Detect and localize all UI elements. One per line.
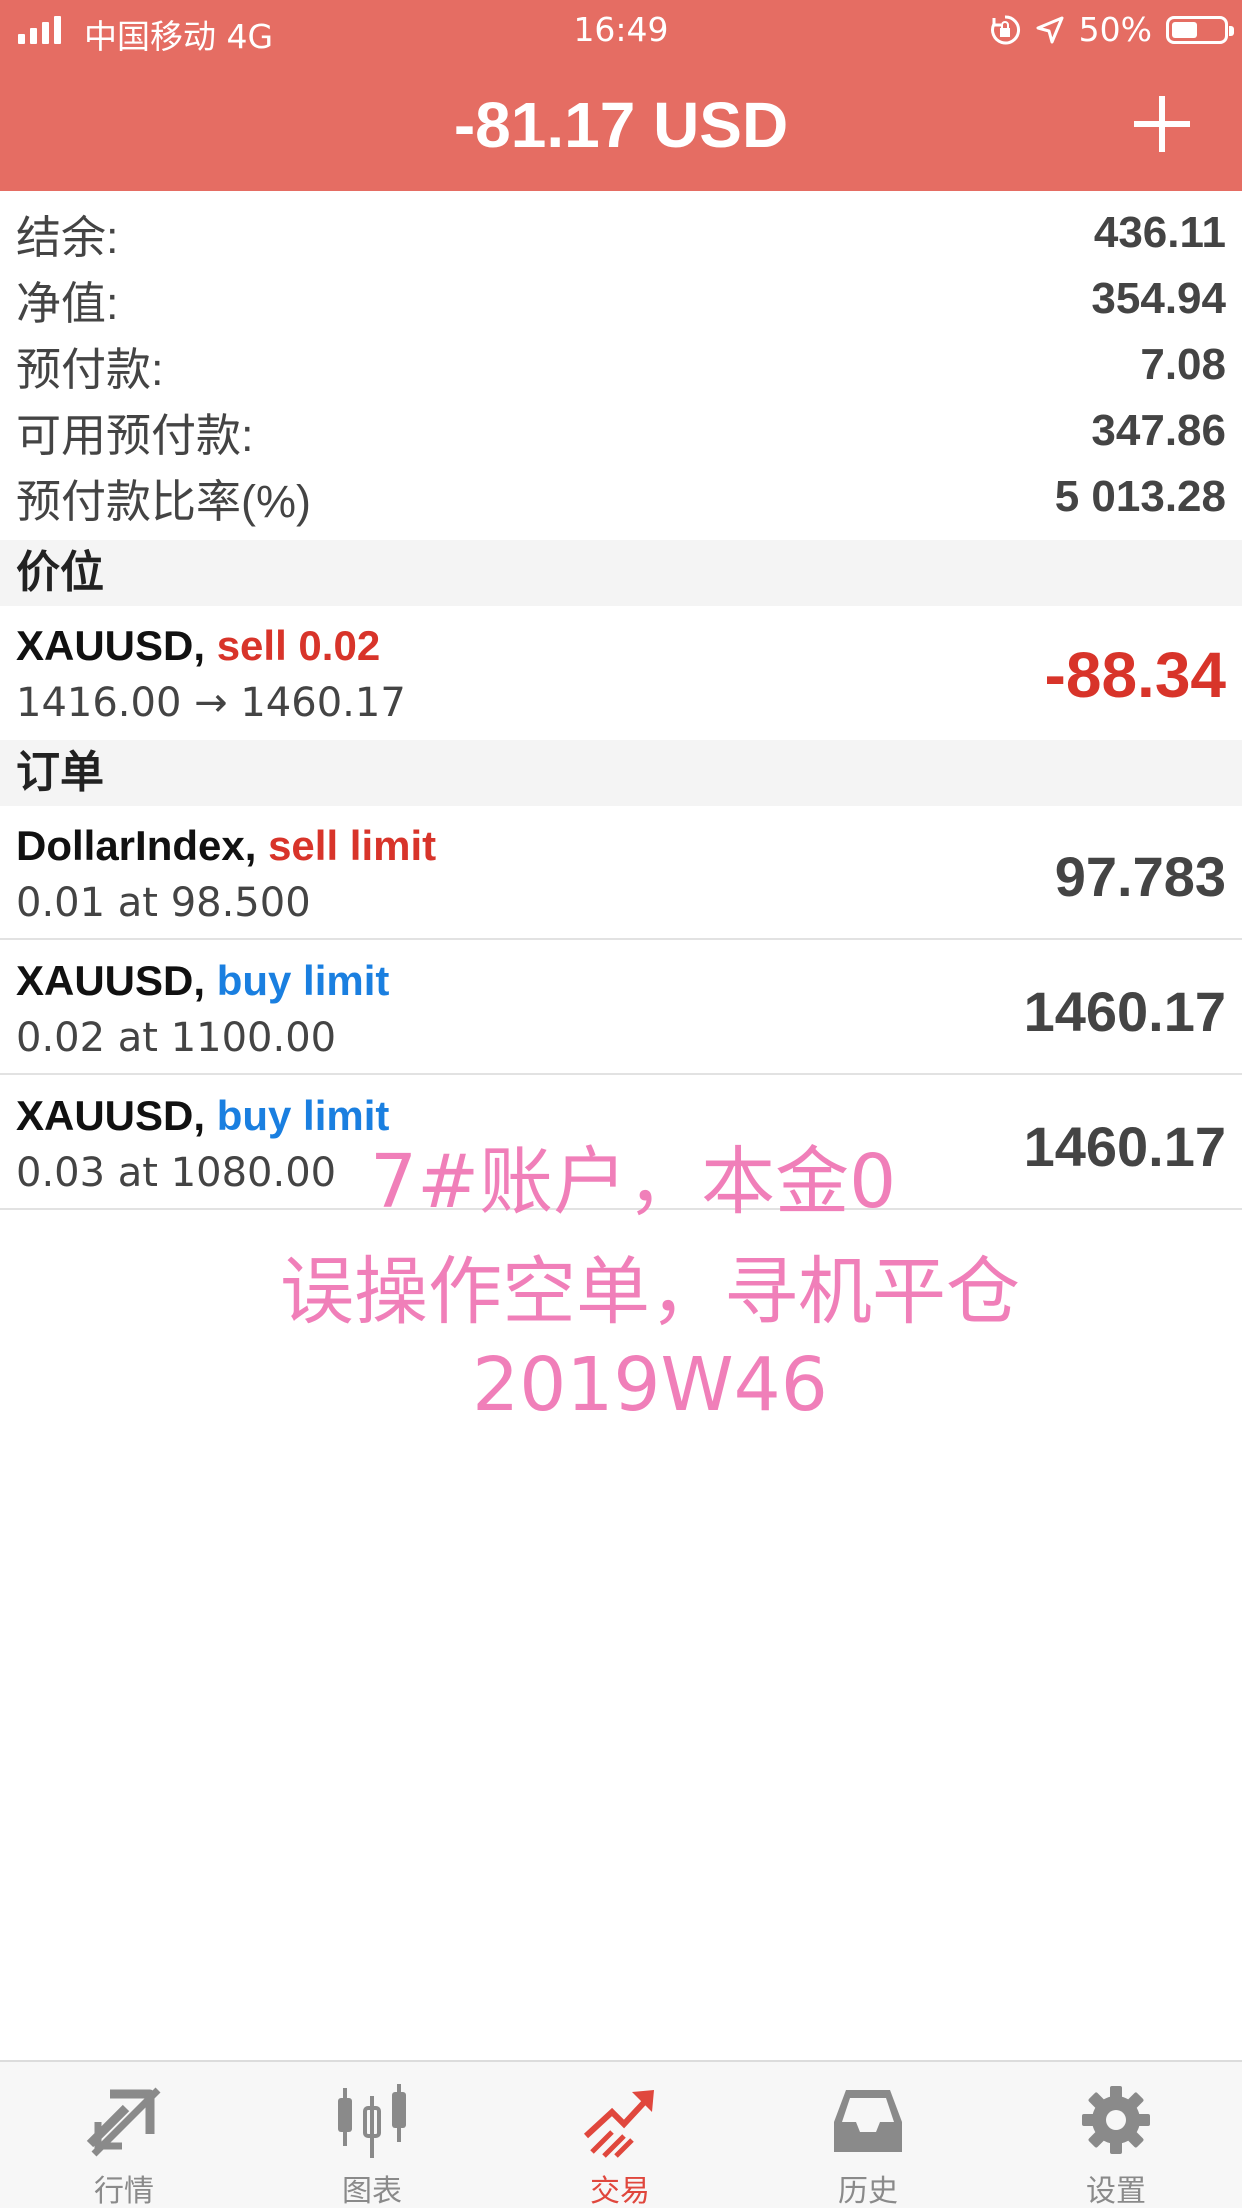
account-summary: 结余: 436.11 净值: 354.94 预付款: 7.08 可用预付款: 347.86 预付… bbox=[0, 200, 1242, 530]
order-title: XAUUSD, buy limit bbox=[16, 957, 389, 1005]
order-type: buy limit bbox=[216, 957, 390, 1004]
order-row[interactable]: DollarIndex, sell limit 0.01 at 98.500 9… bbox=[0, 806, 1242, 940]
top-header: 中国移动 4G 16:49 50% -81.17 USD bbox=[0, 0, 1242, 191]
settings-icon bbox=[1082, 2086, 1150, 2154]
status-bar: 中国移动 4G 16:49 50% bbox=[0, 0, 1242, 58]
summary-row: 结余: 436.11 bbox=[0, 200, 1242, 266]
tab-label: 历史 bbox=[838, 2175, 898, 2208]
position-title: XAUUSD, sell 0.02 bbox=[16, 622, 380, 670]
tab-label: 行情 bbox=[94, 2175, 154, 2208]
position-symbol: XAUUSD, bbox=[16, 622, 206, 669]
order-symbol: DollarIndex, bbox=[16, 822, 257, 869]
battery-icon bbox=[1166, 15, 1234, 44]
position-detail: 1416.00 → 1460.17 bbox=[16, 680, 406, 726]
tab-label: 交易 bbox=[590, 2175, 650, 2208]
summary-value: 354.94 bbox=[1091, 274, 1226, 323]
orders-header: 订单 bbox=[0, 740, 1242, 806]
orientation-lock-icon bbox=[990, 14, 1020, 44]
order-price: 1460.17 bbox=[1023, 980, 1226, 1043]
add-order-button[interactable] bbox=[1134, 96, 1190, 152]
summary-row: 净值: 354.94 bbox=[0, 266, 1242, 332]
overlay-text-line-2: 误操作空单，寻机平仓 bbox=[280, 1249, 1020, 1335]
summary-label: 预付款: bbox=[16, 343, 164, 395]
chart-icon bbox=[338, 2084, 406, 2158]
tab-chart[interactable]: 图表 bbox=[248, 2062, 496, 2210]
position-side: sell 0.02 bbox=[216, 622, 381, 669]
positions-header: 价位 bbox=[0, 540, 1242, 606]
status-right: 50% bbox=[989, 10, 1234, 49]
summary-label: 可用预付款: bbox=[16, 409, 254, 461]
summary-row: 可用预付款: 347.86 bbox=[0, 398, 1242, 464]
tab-quotes[interactable]: 行情 bbox=[0, 2062, 248, 2210]
order-title: XAUUSD, buy limit bbox=[16, 1092, 389, 1140]
order-price: 1460.17 bbox=[1023, 1115, 1226, 1178]
summary-value: 436.11 bbox=[1093, 208, 1226, 257]
tab-history[interactable]: 历史 bbox=[744, 2062, 992, 2210]
quotes-icon bbox=[86, 2087, 161, 2157]
battery-percent: 50% bbox=[1078, 10, 1152, 49]
order-type: sell limit bbox=[268, 822, 437, 869]
position-row[interactable]: XAUUSD, sell 0.02 1416.00 → 1460.17 -88.… bbox=[0, 606, 1242, 740]
summary-label: 预付款比率(%) bbox=[16, 475, 311, 527]
tab-settings[interactable]: 设置 bbox=[992, 2062, 1240, 2210]
position-profit: -88.34 bbox=[1044, 639, 1226, 711]
summary-value: 5 013.28 bbox=[1054, 472, 1226, 521]
summary-label: 净值: bbox=[16, 277, 119, 329]
tab-trade[interactable]: 交易 bbox=[496, 2062, 744, 2210]
order-type: buy limit bbox=[216, 1092, 390, 1139]
bottom-tab-bar: 行情 图表 交易 历史 设置 bbox=[0, 2060, 1242, 2208]
trade-icon bbox=[583, 2090, 654, 2158]
summary-row: 预付款: 7.08 bbox=[0, 332, 1242, 398]
location-icon bbox=[1036, 16, 1064, 43]
summary-value: 347.86 bbox=[1091, 406, 1226, 455]
summary-row: 预付款比率(%) 5 013.28 bbox=[0, 464, 1242, 530]
order-symbol: XAUUSD, bbox=[16, 957, 206, 1004]
order-detail: 0.03 at 1080.00 bbox=[16, 1150, 337, 1196]
order-symbol: XAUUSD, bbox=[16, 1092, 206, 1139]
order-detail: 0.01 at 98.500 bbox=[16, 880, 311, 926]
order-title: DollarIndex, sell limit bbox=[16, 822, 436, 870]
page-title: -81.17 USD bbox=[453, 89, 789, 161]
overlay-text-line-1: 7#账户，本金0 bbox=[370, 1139, 897, 1225]
history-icon bbox=[834, 2090, 902, 2152]
overlay-text-line-3: 2019W46 bbox=[472, 1342, 828, 1428]
tab-label: 图表 bbox=[342, 2175, 402, 2208]
summary-value: 7.08 bbox=[1140, 340, 1226, 389]
summary-label: 结余: bbox=[16, 211, 119, 263]
order-price: 97.783 bbox=[1054, 845, 1226, 908]
order-row[interactable]: XAUUSD, buy limit 0.02 at 1100.00 1460.1… bbox=[0, 941, 1242, 1075]
tab-label: 设置 bbox=[1086, 2175, 1146, 2208]
order-detail: 0.02 at 1100.00 bbox=[16, 1015, 337, 1061]
